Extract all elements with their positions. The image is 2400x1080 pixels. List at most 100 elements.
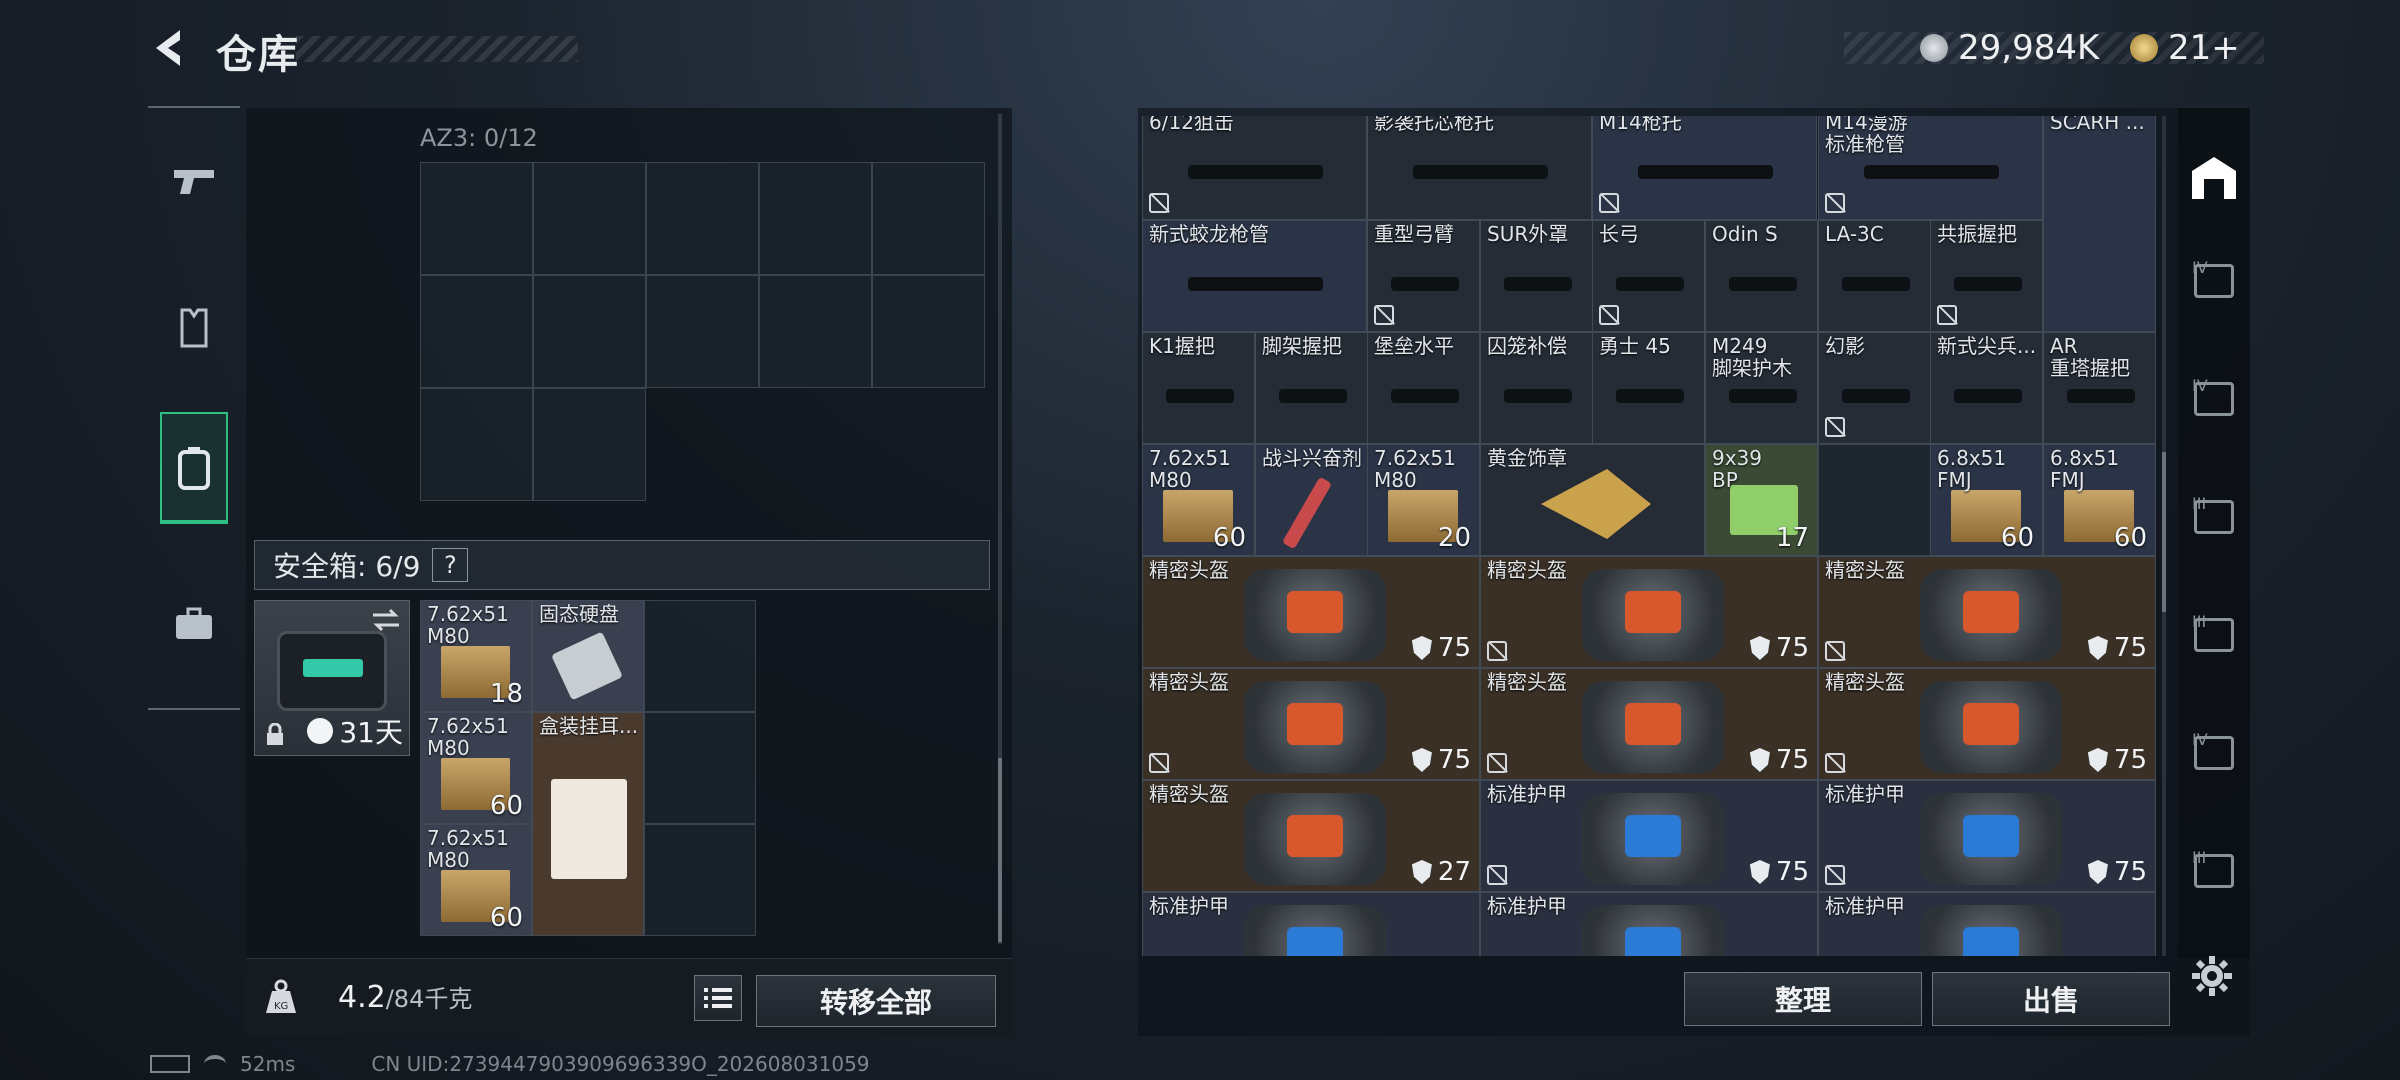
az3-slot[interactable] bbox=[533, 275, 646, 388]
stash-item[interactable]: LA-3C bbox=[1818, 220, 1931, 332]
safe-item[interactable]: 7.62x51 M80 60 bbox=[420, 712, 532, 824]
currency-coins[interactable]: 29,984K bbox=[1920, 28, 2099, 68]
stash-item[interactable]: 精密头盔 75 bbox=[1142, 556, 1480, 668]
stash-item[interactable]: 黄金饰章 bbox=[1480, 444, 1705, 556]
no-loot-icon bbox=[1599, 193, 1619, 213]
stash-tab[interactable]: III bbox=[2178, 818, 2250, 928]
stash-item[interactable]: 新式蛟龙枪管 bbox=[1142, 220, 1367, 332]
gold-badge-icon bbox=[1541, 469, 1651, 539]
case-tab[interactable] bbox=[160, 568, 228, 680]
stash-tab[interactable]: IV bbox=[2178, 346, 2250, 456]
tier-label: IV bbox=[2192, 376, 2208, 395]
az3-slot[interactable] bbox=[420, 162, 533, 275]
stash-item[interactable]: SCARH ... bbox=[2043, 116, 2156, 332]
stash-item[interactable]: 9x39 BP 17 bbox=[1705, 444, 1818, 556]
stash-item[interactable]: 精密头盔 75 bbox=[1480, 556, 1818, 668]
stash-tab[interactable]: IV bbox=[2178, 228, 2250, 338]
stash-item[interactable]: 标准护甲 bbox=[1818, 892, 2156, 956]
stash-item[interactable]: 标准护甲 bbox=[1142, 892, 1480, 956]
settings-gear-icon[interactable] bbox=[2190, 954, 2234, 998]
durability: 27 bbox=[1411, 857, 1471, 887]
item-count: 60 bbox=[489, 791, 523, 821]
list-view-button[interactable] bbox=[694, 975, 742, 1021]
stash-item[interactable]: 勇士 45 bbox=[1592, 332, 1705, 444]
stash-item[interactable]: 共振握把 bbox=[1930, 220, 2043, 332]
safe-slot[interactable] bbox=[644, 824, 756, 936]
stash-item[interactable]: 新式尖兵... bbox=[1930, 332, 2043, 444]
backpack-tab[interactable] bbox=[160, 412, 228, 524]
item-name: 勇士 45 bbox=[1599, 334, 1671, 358]
stash-sidebar: IV IV III III IV III bbox=[2178, 108, 2250, 958]
sell-button[interactable]: 出售 bbox=[1932, 972, 2170, 1026]
safe-slot[interactable] bbox=[644, 600, 756, 712]
back-arrow-icon[interactable] bbox=[148, 26, 192, 70]
stash-item[interactable]: 影袭托芯枪托 bbox=[1367, 116, 1592, 220]
shield-icon bbox=[1411, 748, 1432, 772]
stash-item[interactable]: AR 重塔握把 bbox=[2043, 332, 2156, 444]
stash-grid: 6/12狙击 影袭托芯枪托 M14枪托 M14漫游 标准枪管 SCARH ... 新式蛟龙… bbox=[1142, 116, 2156, 956]
safe-help-button[interactable]: ? bbox=[432, 548, 469, 582]
stash-scrollbar[interactable] bbox=[2162, 116, 2166, 956]
stash-item[interactable]: 精密头盔 75 bbox=[1480, 668, 1818, 780]
stash-item[interactable]: 6/12狙击 bbox=[1142, 116, 1367, 220]
stash-item[interactable]: 精密头盔 75 bbox=[1818, 556, 2156, 668]
stash-item[interactable]: K1握把 bbox=[1142, 332, 1255, 444]
stash-item[interactable]: 标准护甲 75 bbox=[1818, 780, 2156, 892]
stash-item[interactable]: M249 脚架护木 bbox=[1705, 332, 1818, 444]
armor-tab[interactable] bbox=[160, 272, 228, 384]
currency-bonds[interactable]: 21+ bbox=[2130, 28, 2240, 68]
item-name: 7.62x51 M80 bbox=[427, 826, 509, 872]
stash-item[interactable]: 堡垒水平 bbox=[1367, 332, 1480, 444]
safe-item[interactable]: 盒装挂耳... bbox=[532, 712, 644, 936]
safe-slot[interactable] bbox=[644, 712, 756, 824]
stash-item[interactable]: 重型弓臂 bbox=[1367, 220, 1480, 332]
stash-item[interactable]: 7.62x51 M80 60 bbox=[1142, 444, 1255, 556]
item-name: SCARH ... bbox=[2050, 116, 2145, 134]
stash-item[interactable]: Odin S bbox=[1705, 220, 1818, 332]
safe-item[interactable]: 7.62x51 M80 60 bbox=[420, 824, 532, 936]
stash-item[interactable]: M14漫游 标准枪管 bbox=[1818, 116, 2043, 220]
stash-item[interactable]: 精密头盔 75 bbox=[1818, 668, 2156, 780]
stash-item[interactable]: 6.8x51 FMJ 60 bbox=[1930, 444, 2043, 556]
az3-slot[interactable] bbox=[646, 162, 759, 275]
az3-slot[interactable] bbox=[872, 162, 985, 275]
az3-slot[interactable] bbox=[420, 388, 533, 501]
empty-slot[interactable] bbox=[1818, 444, 1931, 556]
az3-slot[interactable] bbox=[533, 162, 646, 275]
az3-slot[interactable] bbox=[420, 275, 533, 388]
stash-item[interactable]: 7.62x51 M80 20 bbox=[1367, 444, 1480, 556]
stash-tab[interactable]: III bbox=[2178, 582, 2250, 692]
safe-case-item[interactable]: 31天 bbox=[254, 600, 410, 756]
item-count: 60 bbox=[1212, 523, 1246, 553]
stash-item[interactable]: 标准护甲 75 bbox=[1480, 780, 1818, 892]
safe-item[interactable]: 7.62x51 M80 18 bbox=[420, 600, 532, 712]
left-scrollbar[interactable] bbox=[998, 114, 1002, 944]
weapon-part-icon bbox=[1638, 165, 1773, 179]
sort-button[interactable]: 整理 bbox=[1684, 972, 1922, 1026]
az3-slot[interactable] bbox=[872, 275, 985, 388]
stash-item[interactable]: 6.8x51 FMJ 60 bbox=[2043, 444, 2156, 556]
durability: 75 bbox=[1411, 633, 1471, 663]
swap-icon[interactable] bbox=[371, 607, 401, 633]
az3-slot[interactable] bbox=[533, 388, 646, 501]
stash-tab-all[interactable] bbox=[2178, 122, 2250, 232]
stash-item[interactable]: 囚笼补偿 bbox=[1480, 332, 1593, 444]
stash-tab[interactable]: IV bbox=[2178, 700, 2250, 810]
stash-tab[interactable]: III bbox=[2178, 464, 2250, 574]
weapon-tab[interactable] bbox=[160, 126, 228, 238]
stash-item[interactable]: SUR外罩 bbox=[1480, 220, 1593, 332]
az3-slot[interactable] bbox=[759, 275, 872, 388]
az3-slot[interactable] bbox=[646, 275, 759, 388]
stash-item[interactable]: 标准护甲 bbox=[1480, 892, 1818, 956]
stash-item[interactable]: M14枪托 bbox=[1592, 116, 1817, 220]
stim-icon bbox=[1281, 476, 1333, 550]
stash-item[interactable]: 脚架握把 bbox=[1255, 332, 1368, 444]
stash-item[interactable]: 精密头盔 27 bbox=[1142, 780, 1480, 892]
stash-item[interactable]: 精密头盔 75 bbox=[1142, 668, 1480, 780]
az3-slot[interactable] bbox=[759, 162, 872, 275]
stash-item[interactable]: 战斗兴奋剂 bbox=[1255, 444, 1368, 556]
safe-item[interactable]: 固态硬盘 bbox=[532, 600, 644, 712]
stash-item[interactable]: 幻影 bbox=[1818, 332, 1931, 444]
transfer-all-button[interactable]: 转移全部 bbox=[756, 975, 996, 1027]
stash-item[interactable]: 长弓 bbox=[1592, 220, 1705, 332]
